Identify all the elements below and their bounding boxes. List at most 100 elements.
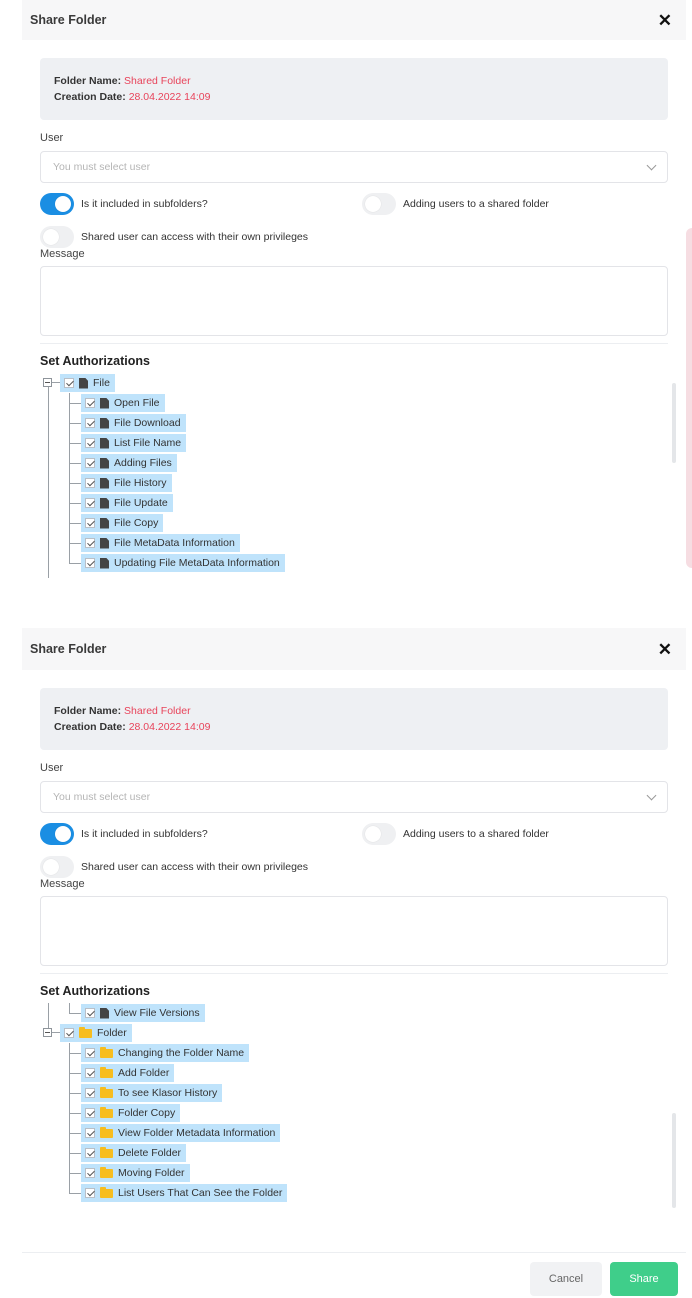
collapse-toggle-icon[interactable] (43, 1028, 52, 1037)
tree-node-highlight[interactable]: File Copy (81, 514, 164, 532)
tree-node-highlight[interactable]: File (60, 374, 115, 392)
user-select[interactable]: You must select user (40, 151, 668, 183)
toggle-group: Is it included in subfolders? Adding use… (40, 193, 668, 248)
checkbox[interactable] (85, 538, 95, 548)
tree-node-label: View File Versions (114, 1007, 200, 1019)
tree-connector (69, 1043, 70, 1193)
tree-node-highlight[interactable]: View Folder Metadata Information (81, 1124, 281, 1142)
collapse-toggle-icon[interactable] (43, 378, 52, 387)
tree-node-highlight[interactable]: Folder (60, 1024, 132, 1042)
tree-node-label: File Download (114, 417, 181, 429)
tree-connector (69, 423, 81, 424)
tree-connector (69, 483, 81, 484)
subfolders-toggle[interactable] (40, 823, 74, 845)
checkbox[interactable] (85, 1068, 95, 1078)
tree-node-highlight[interactable]: File History (81, 474, 172, 492)
privileges-toggle[interactable] (40, 856, 74, 878)
privileges-toggle-label: Shared user can access with their own pr… (81, 231, 309, 243)
adding-users-toggle[interactable] (362, 823, 396, 845)
tree-node-highlight[interactable]: Moving Folder (81, 1164, 190, 1182)
privileges-toggle-label: Shared user can access with their own pr… (81, 861, 309, 873)
checkbox[interactable] (85, 478, 95, 488)
tree-node: View File Versions (81, 1003, 205, 1023)
checkbox[interactable] (85, 1168, 95, 1178)
creation-date-value: 28.04.2022 14:09 (128, 91, 211, 103)
checkbox[interactable] (85, 418, 95, 428)
scrollbar[interactable] (672, 1113, 676, 1208)
tree-node-label: List Users That Can See the Folder (118, 1187, 283, 1199)
checkbox[interactable] (85, 1088, 95, 1098)
folder-icon (100, 1086, 113, 1098)
tree-node-highlight[interactable]: File Download (81, 414, 186, 432)
subfolders-toggle[interactable] (40, 193, 74, 215)
checkbox[interactable] (64, 1028, 74, 1038)
tree-node-highlight[interactable]: Open File (81, 394, 165, 412)
tree-node-label: Folder Copy (118, 1107, 176, 1119)
tree-node: File Update (81, 493, 173, 513)
checkbox[interactable] (85, 1148, 95, 1158)
tree-node-highlight[interactable]: File MetaData Information (81, 534, 240, 552)
tree-node-label: Adding Files (114, 457, 172, 469)
tree-connector (69, 1073, 81, 1074)
checkbox[interactable] (85, 518, 95, 528)
close-icon[interactable]: ✕ (658, 12, 672, 29)
dialog-header: Share Folder ✕ (22, 0, 686, 40)
checkbox[interactable] (85, 1108, 95, 1118)
tree-node-highlight[interactable]: Add Folder (81, 1064, 175, 1082)
tree-connector (52, 1032, 60, 1033)
adding-users-toggle[interactable] (362, 193, 396, 215)
message-textarea[interactable] (40, 266, 668, 336)
tree-node-label: List File Name (114, 437, 182, 449)
checkbox[interactable] (85, 558, 95, 568)
user-select[interactable]: You must select user (40, 781, 668, 813)
tree-node: File MetaData Information (81, 533, 240, 553)
checkbox[interactable] (85, 458, 95, 468)
subfolders-toggle-label: Is it included in subfolders? (81, 198, 208, 210)
message-label: Message (40, 878, 85, 890)
checkbox[interactable] (85, 1128, 95, 1138)
tree-node-highlight[interactable]: File Update (81, 494, 173, 512)
tree-connector (69, 543, 81, 544)
checkbox[interactable] (85, 398, 95, 408)
tree-connector (69, 1053, 81, 1054)
tree-node-highlight[interactable]: Updating File MetaData Information (81, 554, 285, 572)
tree-node-label: View Folder Metadata Information (118, 1127, 276, 1139)
tree-node-highlight[interactable]: List File Name (81, 434, 187, 452)
tree-node: List Users That Can See the Folder (81, 1183, 288, 1203)
checkbox[interactable] (85, 438, 95, 448)
tree-node: Folder (60, 1023, 132, 1043)
tree-node-label: Changing the Folder Name (118, 1047, 245, 1059)
close-icon[interactable]: ✕ (658, 641, 672, 658)
checkbox[interactable] (85, 1048, 95, 1058)
tree-node: Moving Folder (81, 1163, 190, 1183)
tree-node-highlight[interactable]: Folder Copy (81, 1104, 181, 1122)
tree-node-highlight[interactable]: Delete Folder (81, 1144, 187, 1162)
file-icon (100, 477, 109, 489)
message-textarea[interactable] (40, 896, 668, 966)
share-folder-dialog-bottom: Share Folder ✕ Folder Name: Shared Folde… (22, 628, 686, 1298)
privileges-toggle[interactable] (40, 226, 74, 248)
folder-info-box: Folder Name: Shared Folder Creation Date… (40, 58, 668, 120)
checkbox[interactable] (85, 1188, 95, 1198)
tree-node: File (60, 373, 115, 393)
checkbox[interactable] (85, 1008, 95, 1018)
checkbox[interactable] (85, 498, 95, 508)
tree-node-highlight[interactable]: List Users That Can See the Folder (81, 1184, 288, 1202)
folder-name-label: Folder Name: (54, 75, 122, 87)
tree-node-highlight[interactable]: Changing the Folder Name (81, 1044, 250, 1062)
checkbox[interactable] (64, 378, 74, 388)
tree-node: To see Klasor History (81, 1083, 223, 1103)
tree-node-label: File Copy (114, 517, 159, 529)
folder-icon (100, 1046, 113, 1058)
folder-icon (100, 1066, 113, 1078)
dialog-title: Share Folder (30, 642, 107, 656)
chevron-down-icon (646, 790, 657, 801)
tree-node-highlight[interactable]: View File Versions (81, 1004, 205, 1022)
tree-connector (69, 1113, 81, 1114)
tree-node-highlight[interactable]: Adding Files (81, 454, 177, 472)
share-button[interactable]: Share (610, 1262, 678, 1296)
tree-node-highlight[interactable]: To see Klasor History (81, 1084, 223, 1102)
cancel-button[interactable]: Cancel (530, 1262, 602, 1296)
scrollbar[interactable] (672, 383, 676, 463)
folder-icon (100, 1166, 113, 1178)
